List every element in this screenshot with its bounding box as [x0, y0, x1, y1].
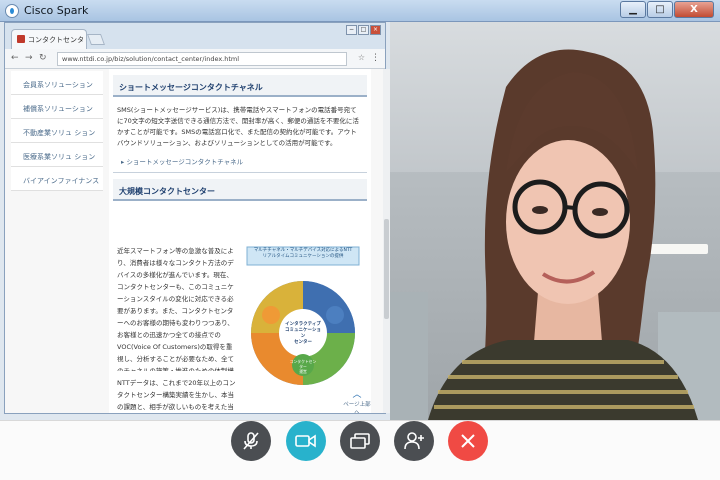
mic-off-icon	[243, 432, 259, 450]
chevron-up-icon: ︿	[352, 390, 362, 400]
share-screen-button[interactable]	[340, 421, 380, 461]
diagram-sub-line: コンタクトセンター	[289, 359, 317, 369]
favicon-icon	[17, 35, 25, 43]
sidebar-item[interactable]: 会員系ソリューション	[11, 71, 103, 95]
browser-menu-icon[interactable]: ⋮	[371, 53, 380, 63]
reload-icon[interactable]: ↻	[39, 53, 47, 63]
browser-close-button[interactable]: ×	[370, 25, 381, 35]
cisco-spark-window: Cisco Spark ▁ □ X コンタクトセンタ ソ − □ × ← → ↻…	[0, 0, 720, 480]
url-input[interactable]: www.nttdi.co.jp/biz/solution/contact_cen…	[57, 52, 347, 66]
sidebar-item[interactable]: 補償系ソリューション	[11, 95, 103, 119]
section-paragraph: 近年スマートフォン等の急激な普及により、消費者は様々なコンタクト方法のデバイスの…	[117, 247, 234, 371]
diagram-sub-label: コンタクトセンター 運営	[289, 359, 317, 374]
page-up-link[interactable]: ︿ ページ上部へ	[343, 387, 371, 413]
section-link[interactable]: ▸ ショートメッセージコンタクトチャネル	[121, 156, 359, 166]
browser-window: コンタクトセンタ ソ − □ × ← → ↻ www.nttdi.co.jp/b…	[4, 22, 390, 414]
forward-icon[interactable]: →	[25, 53, 33, 63]
scrollbar-thumb[interactable]	[384, 219, 389, 319]
section-paragraph: NTTデータは、これまで20年以上のコンタクトセンター構築実績を生かし、本当の課…	[117, 379, 236, 411]
new-tab-button[interactable]	[86, 34, 106, 45]
shared-screen: コンタクトセンタ ソ − □ × ← → ↻ www.nttdi.co.jp/b…	[0, 22, 390, 420]
participant-figure	[428, 49, 698, 420]
page-content: ショートメッセージコンタクトチャネル SMS(ショートメッセージサービス)は、携…	[109, 69, 371, 413]
section-heading: 大規模コンタクトセンター	[113, 179, 367, 201]
browser-maximize-button[interactable]: □	[358, 25, 369, 35]
section-paragraph: SMS(ショートメッセージサービス)は、携帯電話やスマートフォンの電話番号宛てに…	[117, 106, 359, 147]
diagram-title-line: リアルタイムコミュニケーションの提供	[262, 254, 344, 259]
bookmark-star-icon[interactable]: ☆	[358, 53, 365, 62]
mute-button[interactable]	[231, 421, 271, 461]
minimize-button[interactable]: ▁	[620, 1, 646, 18]
sidebar-item[interactable]: バイアインファイナンス	[11, 167, 103, 191]
back-icon[interactable]: ←	[11, 53, 19, 63]
section-heading: ショートメッセージコンタクトチャネル	[113, 75, 367, 97]
sidebar-item[interactable]: 不動産業ソリュ ション	[11, 119, 103, 143]
window-titlebar: Cisco Spark ▁ □ X	[0, 0, 720, 22]
remote-video	[388, 22, 720, 420]
add-person-icon	[404, 432, 424, 450]
diagram-center-line: コミュニケーション	[285, 328, 321, 339]
add-participant-button[interactable]	[394, 421, 434, 461]
window-title: Cisco Spark	[24, 4, 89, 17]
maximize-button[interactable]: □	[647, 1, 673, 18]
diagram-title: マルチチャネル・マルチデバイス対応によるNTT リアルタイムコミュニケーションの…	[249, 248, 357, 260]
end-call-icon	[461, 434, 475, 448]
page-up-label: ページ上部へ	[343, 402, 371, 413]
close-button[interactable]: X	[674, 1, 714, 18]
cisco-spark-logo-icon	[5, 4, 19, 18]
video-icon	[295, 434, 316, 448]
browser-tab[interactable]: コンタクトセンタ ソ	[11, 29, 87, 49]
page-scrollbar[interactable]	[383, 69, 390, 413]
browser-window-controls: − □ ×	[346, 25, 381, 35]
window-controls: ▁ □ X	[620, 1, 714, 18]
browser-tabstrip: コンタクトセンタ ソ − □ ×	[5, 23, 385, 49]
diagram-center-line: センター	[294, 340, 312, 345]
tab-title: コンタクトセンタ ソ	[28, 36, 87, 44]
end-call-button[interactable]	[448, 421, 488, 461]
page-sidebar: 会員系ソリューション 補償系ソリューション 不動産業ソリュ ション 医療系業ソリ…	[11, 71, 103, 191]
screen-share-icon	[350, 433, 370, 449]
sidebar-item[interactable]: 医療系業ソリュ ション	[11, 143, 103, 167]
section-link-label[interactable]: ショートメッセージコンタクトチャネル	[126, 158, 243, 166]
address-bar: ← → ↻ www.nttdi.co.jp/biz/solution/conta…	[5, 49, 385, 69]
video-toggle-button[interactable]	[286, 421, 326, 461]
contact-center-diagram: マルチチャネル・マルチデバイス対応によるNTT リアルタイムコミュニケーションの…	[243, 245, 363, 395]
web-page: 会員系ソリューション 補償系ソリューション 不動産業ソリュ ション 医療系業ソリ…	[5, 69, 385, 413]
divider	[113, 172, 367, 173]
diagram-center-label: インタラクティブ コミュニケーション センター	[283, 322, 323, 346]
diagram-sub-line: 運営	[299, 369, 307, 374]
browser-minimize-button[interactable]: −	[346, 25, 357, 35]
